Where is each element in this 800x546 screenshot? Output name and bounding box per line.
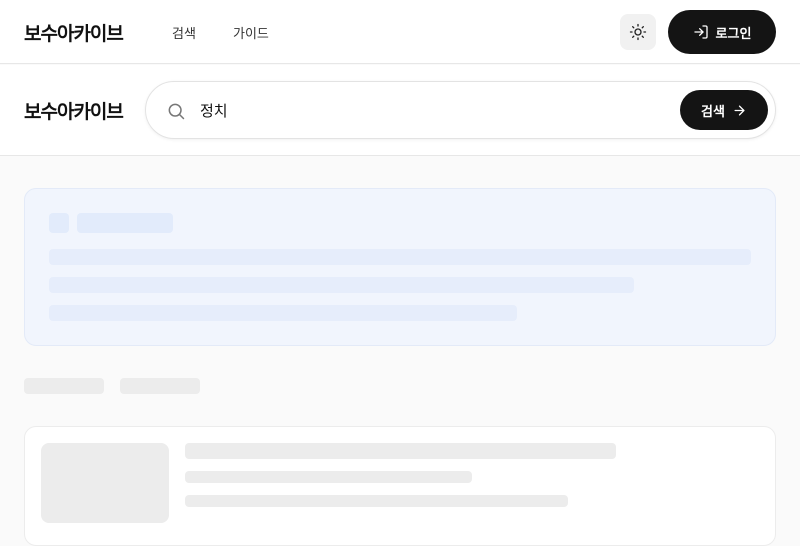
skeleton-tab [120, 378, 200, 394]
search-submit-label: 검색 [701, 104, 725, 120]
search-input[interactable] [200, 97, 660, 123]
skeleton-title [77, 213, 173, 233]
log-in-icon [693, 25, 708, 39]
nav-link-guide[interactable]: 가이드 [233, 23, 269, 42]
skeleton-line [49, 249, 751, 265]
search-header: 보수아카이브 검색 [0, 65, 800, 156]
search-icon [168, 103, 185, 120]
sun-icon [629, 23, 647, 41]
skeleton-line [49, 305, 517, 321]
search-brand-logo[interactable]: 보수아카이브 [24, 97, 124, 124]
skeleton-thumbnail [41, 443, 169, 523]
skeleton-line [49, 277, 634, 293]
skeleton-line [185, 495, 568, 507]
login-label: 로그인 [715, 26, 752, 42]
summary-card-skeleton [24, 188, 776, 346]
theme-toggle-button[interactable] [620, 14, 656, 50]
skeleton-line [185, 471, 472, 483]
skeleton-tab [24, 378, 104, 394]
arrow-right-icon [734, 105, 745, 115]
skeleton-line [185, 443, 616, 459]
brand-logo[interactable]: 보수아카이브 [24, 19, 124, 46]
search-box: 검색 [145, 81, 776, 139]
top-navbar: 보수아카이브 검색 가이드 로그인 [0, 0, 800, 64]
search-submit-button[interactable]: 검색 [680, 90, 768, 130]
skeleton-icon [49, 213, 69, 233]
nav-link-search[interactable]: 검색 [172, 23, 196, 42]
login-button[interactable]: 로그인 [668, 10, 776, 54]
